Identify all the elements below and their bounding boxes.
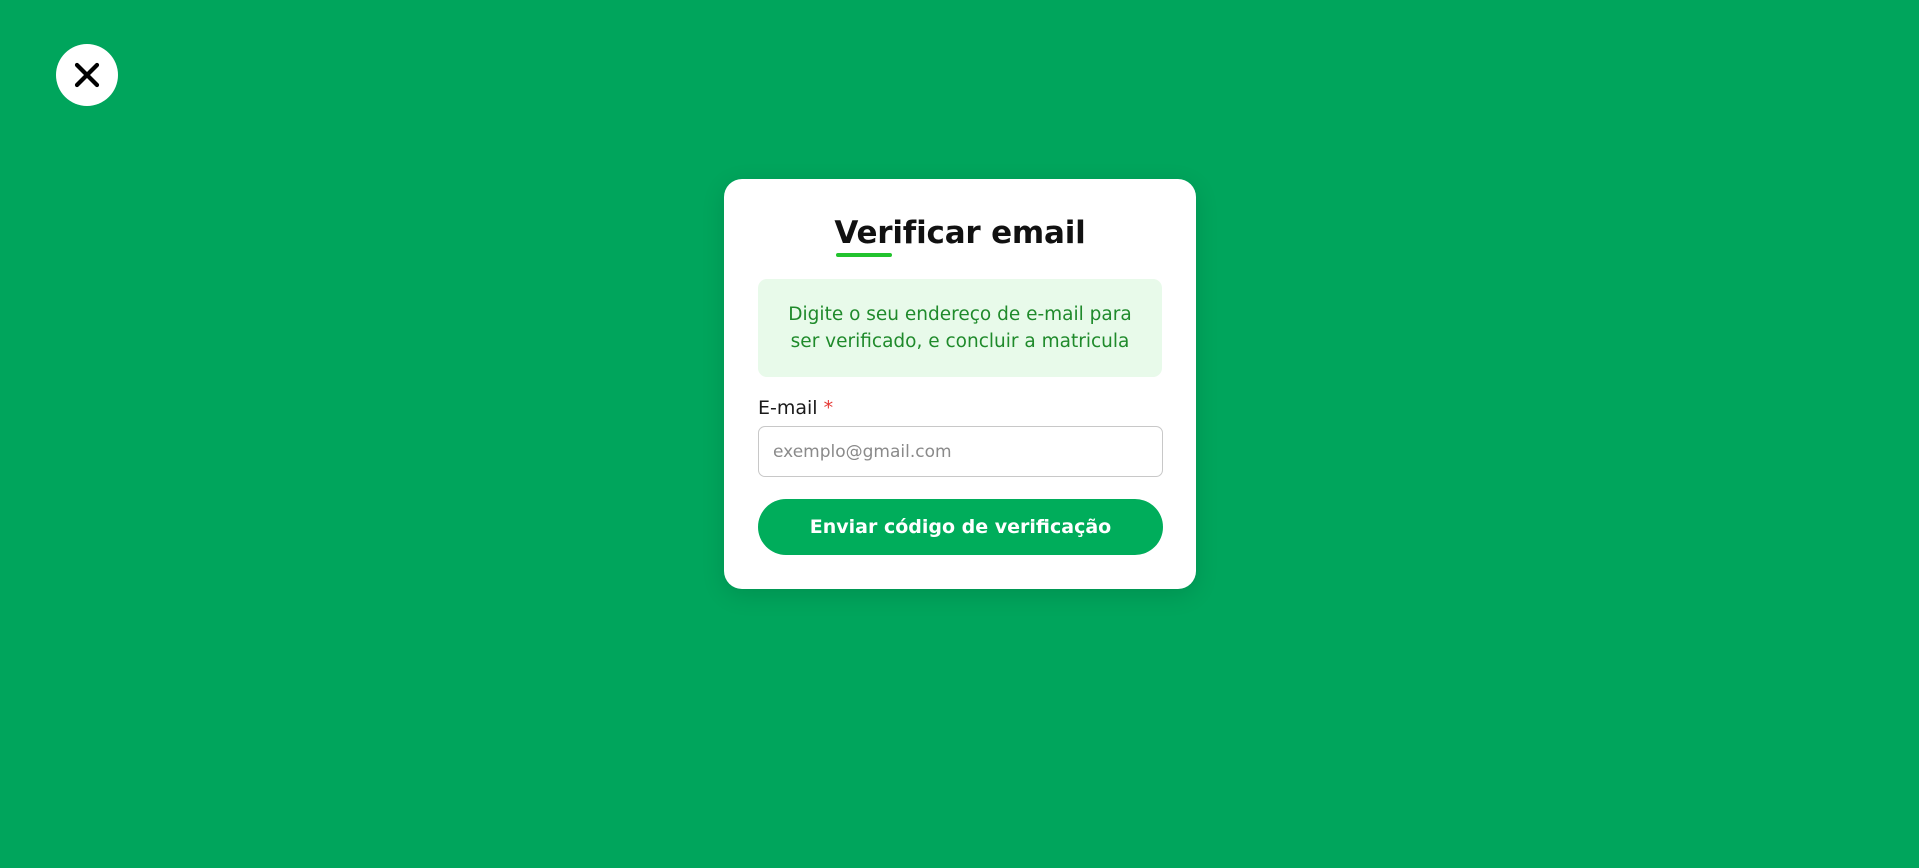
close-icon (74, 62, 100, 88)
email-field[interactable] (758, 426, 1163, 477)
email-label: E-mail * (758, 397, 833, 419)
send-verification-code-button[interactable]: Enviar código de verificação (758, 499, 1163, 555)
info-message: Digite o seu endereço de e-mail para ser… (758, 279, 1162, 377)
title-underline (836, 253, 893, 257)
page-title: Verificar email (724, 215, 1196, 257)
required-mark: * (823, 397, 834, 419)
title-text: Verificar email (834, 215, 1086, 251)
close-button[interactable] (56, 44, 118, 106)
title-wrap: Verificar email (834, 215, 1086, 257)
info-text: Digite o seu endereço de e-mail para ser… (788, 304, 1132, 352)
verify-email-card: Verificar email Digite o seu endereço de… (724, 179, 1196, 589)
email-label-text: E-mail (758, 397, 818, 419)
